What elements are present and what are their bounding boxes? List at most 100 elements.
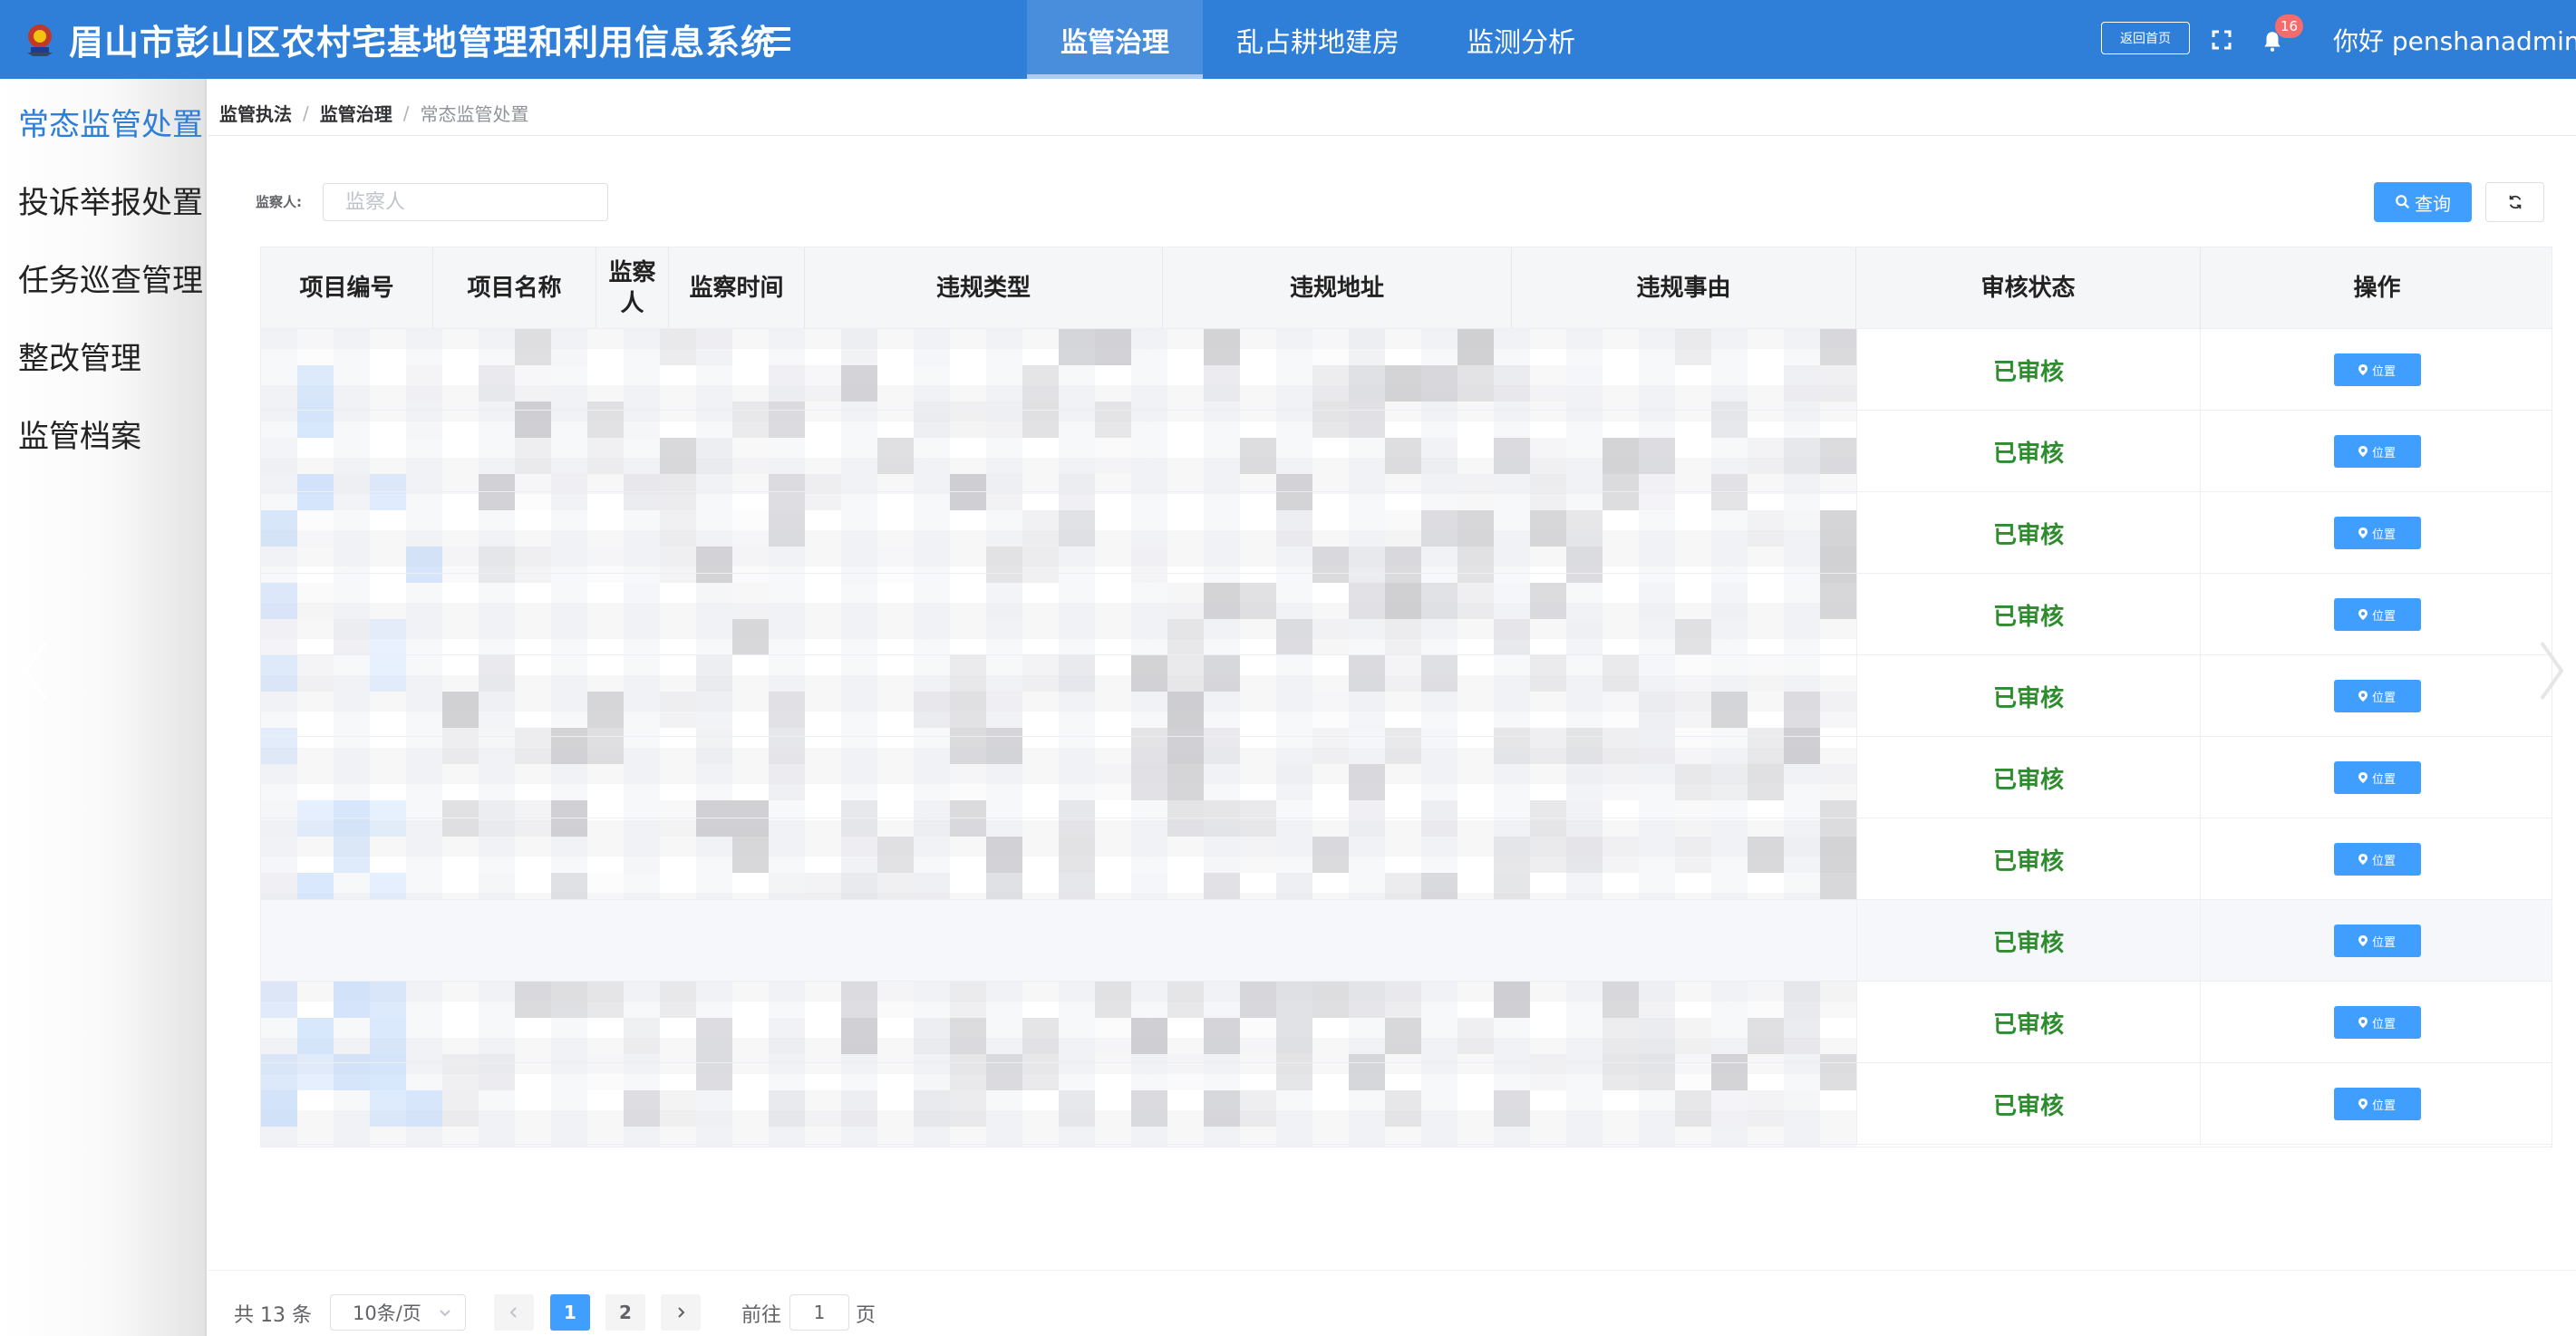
sidebar-item-task-patrol[interactable]: 任务巡查管理 bbox=[18, 256, 203, 300]
table-row: 已审核 位置 bbox=[261, 1063, 2552, 1145]
table-row: 已审核 位置 bbox=[261, 492, 2552, 574]
row-actions: 位置 bbox=[2201, 411, 2553, 492]
column-header: 违规事由 bbox=[1512, 247, 1856, 329]
locate-button[interactable]: 位置 bbox=[2333, 1006, 2421, 1039]
location-pin-icon bbox=[2358, 691, 2368, 702]
breadcrumb-item[interactable]: 监管执法 bbox=[219, 100, 292, 126]
page-size-select[interactable]: 10条/页 bbox=[330, 1294, 466, 1331]
breadcrumb-separator: / bbox=[402, 102, 410, 124]
refresh-icon bbox=[2509, 195, 2521, 209]
user-greeting[interactable]: 你好 penshanadmin bbox=[2333, 22, 2576, 58]
location-pin-icon bbox=[2358, 935, 2368, 946]
tab-supervision[interactable]: 监管治理 bbox=[1027, 0, 1203, 79]
review-status: 已审核 bbox=[1856, 492, 2201, 574]
locate-button-label: 位置 bbox=[2371, 935, 2396, 950]
goto-page-input[interactable] bbox=[789, 1294, 849, 1331]
chevron-left-icon bbox=[509, 1307, 517, 1318]
top-nav: 监管治理 乱占耕地建房 监测分析 bbox=[1027, 0, 1609, 79]
locate-button[interactable]: 位置 bbox=[2333, 435, 2421, 468]
locate-button[interactable]: 位置 bbox=[2333, 353, 2421, 386]
column-header: 项目编号 bbox=[261, 247, 433, 329]
locate-button[interactable]: 位置 bbox=[2333, 680, 2421, 712]
supervision-table: 项目编号 项目名称 监察人 监察时间 违规类型 违规地址 违规事由 审核状态 操… bbox=[260, 247, 2552, 1147]
page-size-value: 10条/页 bbox=[353, 1302, 421, 1324]
locate-button-label: 位置 bbox=[2371, 528, 2396, 542]
query-button[interactable]: 查询 bbox=[2374, 182, 2472, 222]
next-page-button[interactable] bbox=[661, 1294, 701, 1331]
locate-button[interactable]: 位置 bbox=[2333, 843, 2421, 876]
sidebar-item-archive[interactable]: 监管档案 bbox=[18, 411, 141, 456]
sidebar-item-complaint-handling[interactable]: 投诉举报处置 bbox=[18, 178, 203, 222]
column-header: 审核状态 bbox=[1856, 247, 2201, 329]
review-status: 已审核 bbox=[1856, 329, 2201, 411]
locate-button[interactable]: 位置 bbox=[2333, 517, 2421, 549]
table-row: 已审核 位置 bbox=[261, 574, 2552, 655]
fullscreen-icon[interactable] bbox=[2211, 29, 2232, 51]
app-title: 眉山市彭山区农村宅基地管理和利用信息系统 bbox=[69, 22, 777, 63]
locate-button-label: 位置 bbox=[2371, 1099, 2396, 1113]
locate-button-label: 位置 bbox=[2371, 609, 2396, 624]
row-actions: 位置 bbox=[2201, 900, 2553, 982]
table-row: 已审核 位置 bbox=[261, 411, 2552, 492]
page-button[interactable]: 2 bbox=[605, 1294, 645, 1331]
row-actions: 位置 bbox=[2201, 982, 2553, 1063]
sidebar-item-routine-supervision[interactable]: 常态监管处置 bbox=[18, 100, 203, 144]
column-header: 操作 bbox=[2353, 275, 2401, 302]
column-header: 违规地址 bbox=[1163, 247, 1512, 329]
top-header: 眉山市彭山区农村宅基地管理和利用信息系统 监管治理 乱占耕地建房 监测分析 返回… bbox=[0, 0, 2576, 79]
row-actions: 位置 bbox=[2201, 1063, 2553, 1145]
sidebar-item-rectification[interactable]: 整改管理 bbox=[18, 334, 141, 378]
table-row: 已审核 位置 bbox=[261, 818, 2552, 900]
back-home-button[interactable]: 返回首页 bbox=[2101, 22, 2190, 54]
locate-button[interactable]: 位置 bbox=[2333, 1088, 2421, 1120]
table-row: 已审核 位置 bbox=[261, 655, 2552, 737]
table-row: 已审核 位置 bbox=[261, 329, 2552, 411]
breadcrumb-current: 常态监管处置 bbox=[420, 103, 529, 125]
locate-button-label: 位置 bbox=[2371, 1017, 2396, 1031]
column-header: 监察时间 bbox=[669, 247, 805, 329]
divider bbox=[208, 1270, 2576, 1271]
table-header: 项目编号 项目名称 监察人 监察时间 违规类型 违规地址 违规事由 审核状态 操… bbox=[261, 247, 2552, 329]
query-button-label: 查询 bbox=[2415, 192, 2451, 215]
inspector-label: 监察人: bbox=[256, 194, 302, 210]
locate-button-label: 位置 bbox=[2371, 772, 2396, 787]
location-pin-icon bbox=[2358, 528, 2368, 538]
locate-button[interactable]: 位置 bbox=[2333, 598, 2421, 631]
locate-button[interactable]: 位置 bbox=[2333, 761, 2421, 794]
location-pin-icon bbox=[2358, 364, 2368, 375]
inspector-input[interactable] bbox=[323, 183, 608, 221]
table-row: 已审核 位置 bbox=[261, 737, 2552, 818]
prev-page-button[interactable] bbox=[494, 1294, 534, 1331]
chevron-left-icon[interactable] bbox=[22, 639, 49, 702]
locate-button-label: 位置 bbox=[2371, 446, 2396, 460]
chevron-down-icon bbox=[440, 1310, 450, 1317]
goto-label: 前往 bbox=[741, 1304, 782, 1327]
row-actions: 位置 bbox=[2201, 818, 2553, 900]
page-button[interactable]: 1 bbox=[550, 1294, 590, 1331]
chevron-right-icon bbox=[678, 1307, 685, 1318]
location-pin-icon bbox=[2358, 772, 2368, 783]
locate-button[interactable]: 位置 bbox=[2333, 925, 2421, 957]
review-status: 已审核 bbox=[1856, 900, 2201, 982]
review-status: 已审核 bbox=[1856, 818, 2201, 900]
chevron-right-icon[interactable] bbox=[2538, 639, 2565, 702]
table-row: 已审核 位置 bbox=[261, 982, 2552, 1063]
emblem-logo-icon bbox=[27, 24, 53, 56]
divider bbox=[208, 135, 2576, 136]
column-header: 监察人 bbox=[596, 247, 669, 329]
menu-toggle-icon[interactable] bbox=[763, 27, 790, 51]
table-row: 已审核 位置 bbox=[261, 900, 2552, 982]
breadcrumb: 监管执法 / 监管治理 / 常态监管处置 bbox=[219, 100, 529, 126]
location-pin-icon bbox=[2358, 609, 2368, 620]
locate-button-label: 位置 bbox=[2371, 364, 2396, 379]
location-pin-icon bbox=[2358, 1099, 2368, 1109]
tab-illegal-building[interactable]: 乱占耕地建房 bbox=[1203, 0, 1433, 79]
refresh-button[interactable] bbox=[2485, 182, 2544, 222]
tab-monitoring-analysis[interactable]: 监测分析 bbox=[1433, 0, 1609, 79]
locate-button-label: 位置 bbox=[2371, 691, 2396, 705]
review-status: 已审核 bbox=[1856, 655, 2201, 737]
column-header: 违规类型 bbox=[805, 247, 1163, 329]
breadcrumb-item[interactable]: 监管治理 bbox=[320, 100, 392, 126]
total-count: 共 13 条 bbox=[234, 1304, 312, 1327]
row-actions: 位置 bbox=[2201, 492, 2553, 574]
